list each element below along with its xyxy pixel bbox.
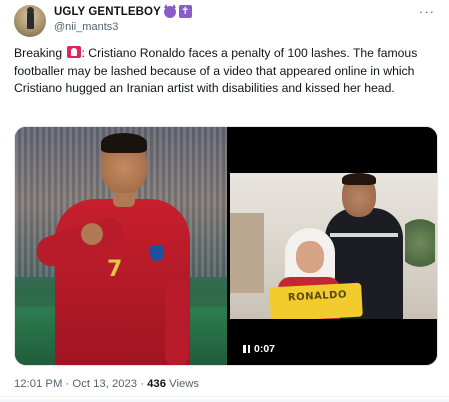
more-horizontal-icon: ··· <box>419 4 435 19</box>
tweet-card[interactable]: UGLY GENTLEBOY ✝ @nii_mants3 ··· Breakin… <box>0 0 449 402</box>
background-plant <box>405 213 435 273</box>
team-crest-icon <box>150 245 164 261</box>
player-hair <box>101 133 147 153</box>
views-label: Views <box>166 378 200 390</box>
background-shelf <box>230 213 264 293</box>
man-shirt-stripe <box>330 233 398 237</box>
pause-icon <box>243 345 250 353</box>
shirt-number: 7 <box>107 257 123 282</box>
devil-emoji-icon <box>163 3 176 18</box>
views-count: 436 <box>147 378 166 390</box>
girl-face <box>296 241 324 273</box>
avatar-figure-body <box>27 11 34 29</box>
video-thumbnail[interactable]: RONALDO 0:07 <box>230 127 437 365</box>
cross-emoji-icon: ✝ <box>178 5 192 18</box>
tweet-text: Breaking : Cristiano Ronaldo faces a pen… <box>14 45 438 98</box>
more-options-button[interactable]: ··· <box>419 4 435 19</box>
media-grid[interactable]: 7 RONALDO 0:07 <box>14 126 438 366</box>
player-right-arm <box>165 277 189 365</box>
tweet-text-prefix: Breaking <box>14 46 63 60</box>
meta-separator: · <box>62 378 73 390</box>
tweet-date[interactable]: Oct 13, 2023 <box>72 378 137 390</box>
video-frame: RONALDO <box>230 173 437 319</box>
author-handle[interactable]: @nii_mants3 <box>54 21 118 33</box>
author-avatar[interactable] <box>14 5 46 37</box>
tweet-time[interactable]: 12:01 PM <box>14 378 62 390</box>
author-display-name[interactable]: UGLY GENTLEBOY <box>54 6 161 18</box>
video-duration: 0:07 <box>254 343 276 355</box>
player-hand <box>81 223 103 245</box>
meta-separator-2: · <box>137 378 148 390</box>
tweet-meta: 12:01 PM · Oct 13, 2023 · 436 Views <box>14 378 199 390</box>
alert-flag-emoji-icon <box>66 46 81 58</box>
author-name-row[interactable]: UGLY GENTLEBOY ✝ <box>54 3 192 18</box>
tweet-bottom-divider <box>0 396 449 402</box>
man-hair <box>342 173 376 185</box>
video-duration-badge[interactable]: 0:07 <box>238 341 281 357</box>
cristiano-ronaldo-photo[interactable]: 7 <box>15 127 227 365</box>
